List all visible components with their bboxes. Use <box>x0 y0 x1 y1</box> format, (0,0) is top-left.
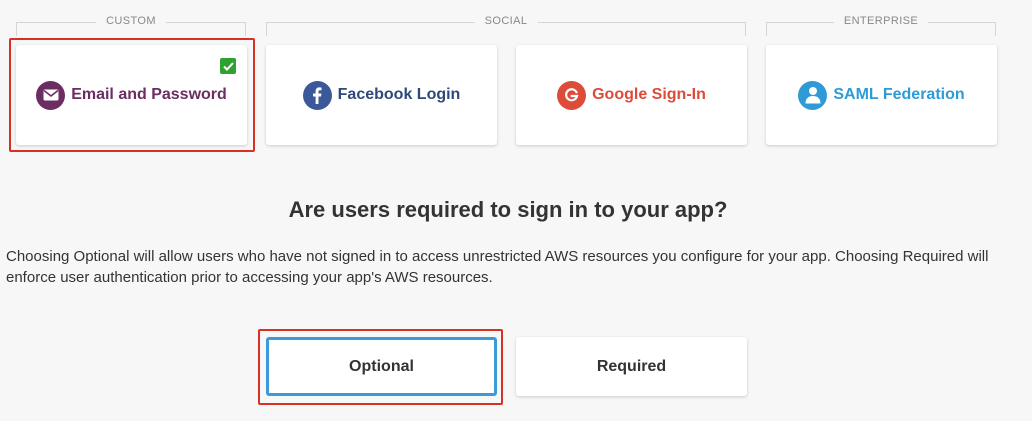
provider-label: Facebook Login <box>337 86 461 103</box>
required-button[interactable]: Required <box>516 337 747 396</box>
facebook-icon <box>302 80 332 110</box>
group-header-custom: CUSTOM <box>16 15 246 36</box>
google-icon <box>557 80 587 110</box>
group-label-social: SOCIAL <box>474 15 538 27</box>
selection-highlight-provider <box>9 38 255 152</box>
provider-label: SAML Federation <box>833 86 965 103</box>
group-header-social: SOCIAL <box>266 15 746 36</box>
provider-card-facebook[interactable]: Facebook Login <box>266 45 497 145</box>
provider-card-google[interactable]: Google Sign-In <box>516 45 747 145</box>
provider-card-saml[interactable]: SAML Federation <box>766 45 997 145</box>
selection-highlight-option <box>258 329 503 405</box>
group-header-enterprise: ENTERPRISE <box>766 15 996 36</box>
provider-content: SAML Federation <box>798 80 965 110</box>
auth-settings-page: CUSTOM SOCIAL ENTERPRISE Email and Passw… <box>0 0 1032 421</box>
user-icon <box>798 80 828 110</box>
group-label-custom: CUSTOM <box>96 15 166 27</box>
provider-content: Google Sign-In <box>557 80 706 110</box>
sign-in-description: Choosing Optional will allow users who h… <box>6 248 989 286</box>
group-label-enterprise: ENTERPRISE <box>833 15 929 27</box>
provider-content: Facebook Login <box>302 80 461 110</box>
provider-label: Google Sign-In <box>592 86 706 103</box>
sign-in-question-heading: Are users required to sign in to your ap… <box>288 197 728 222</box>
